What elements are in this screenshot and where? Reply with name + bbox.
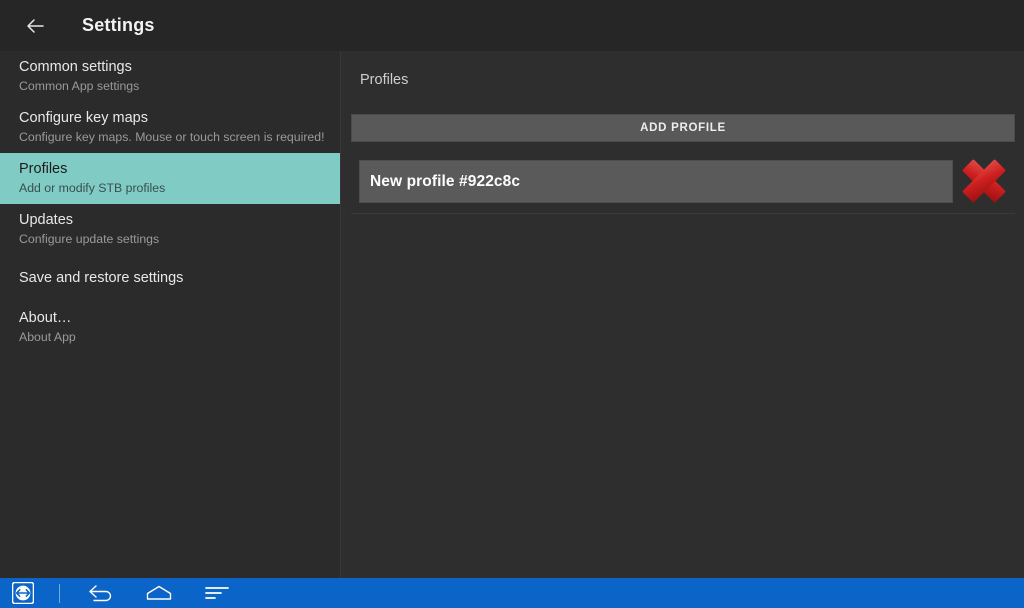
red-x-delete-icon [956, 153, 1012, 209]
add-profile-button[interactable]: ADD PROFILE [351, 114, 1015, 142]
sidebar-item-configure-key-maps[interactable]: Configure key maps Configure key maps. M… [0, 102, 340, 153]
system-navigation-bar [0, 578, 1024, 608]
sidebar-item-title: About… [19, 309, 340, 328]
profile-name-label: New profile #922c8c [360, 173, 520, 191]
arrow-left-icon [24, 15, 46, 37]
back-button[interactable] [18, 9, 52, 43]
sidebar-item-subtitle: Common App settings [19, 78, 340, 95]
sidebar-item-title: Updates [19, 211, 340, 230]
sidebar-item-subtitle: Configure update settings [19, 231, 340, 248]
nav-recents-icon [204, 583, 230, 603]
list-divider [351, 213, 1015, 214]
nav-home-button[interactable] [142, 580, 176, 606]
sidebar-item-subtitle: Add or modify STB profiles [19, 180, 340, 197]
sidebar-item-common-settings[interactable]: Common settings Common App settings [0, 51, 340, 102]
sidebar-item-about[interactable]: About… About App [0, 302, 340, 353]
sidebar-item-save-and-restore-settings[interactable]: Save and restore settings [0, 255, 340, 302]
navbar-divider [59, 584, 60, 603]
sidebar-item-title: Configure key maps [19, 109, 340, 128]
add-profile-label: ADD PROFILE [640, 122, 726, 134]
nav-home-icon [144, 583, 174, 603]
nav-back-button[interactable] [84, 580, 118, 606]
nav-back-icon [87, 583, 115, 603]
sidebar-item-subtitle: Configure key maps. Mouse or touch scree… [19, 129, 340, 146]
teamviewer-icon [12, 582, 34, 604]
sidebar-item-title: Common settings [19, 58, 340, 77]
profile-list-item: New profile #922c8c [342, 156, 1024, 218]
nav-recents-button[interactable] [200, 580, 234, 606]
delete-profile-button[interactable] [955, 152, 1013, 210]
page-title: Settings [82, 15, 155, 36]
settings-screen: Settings Common settings Common App sett… [0, 0, 1024, 608]
profiles-panel: Profiles ADD PROFILE New profile #922c8c [342, 51, 1024, 578]
settings-sidebar: Common settings Common App settings Conf… [0, 51, 341, 578]
sidebar-item-title: Profiles [19, 160, 340, 179]
profile-name-field[interactable]: New profile #922c8c [359, 160, 953, 203]
sidebar-item-subtitle: About App [19, 329, 340, 346]
sidebar-item-title: Save and restore settings [19, 269, 340, 288]
panel-title: Profiles [342, 51, 1024, 88]
sidebar-item-profiles[interactable]: Profiles Add or modify STB profiles [0, 153, 340, 204]
app-header: Settings [0, 0, 1024, 51]
teamviewer-button[interactable] [12, 582, 34, 604]
sidebar-item-updates[interactable]: Updates Configure update settings [0, 204, 340, 255]
